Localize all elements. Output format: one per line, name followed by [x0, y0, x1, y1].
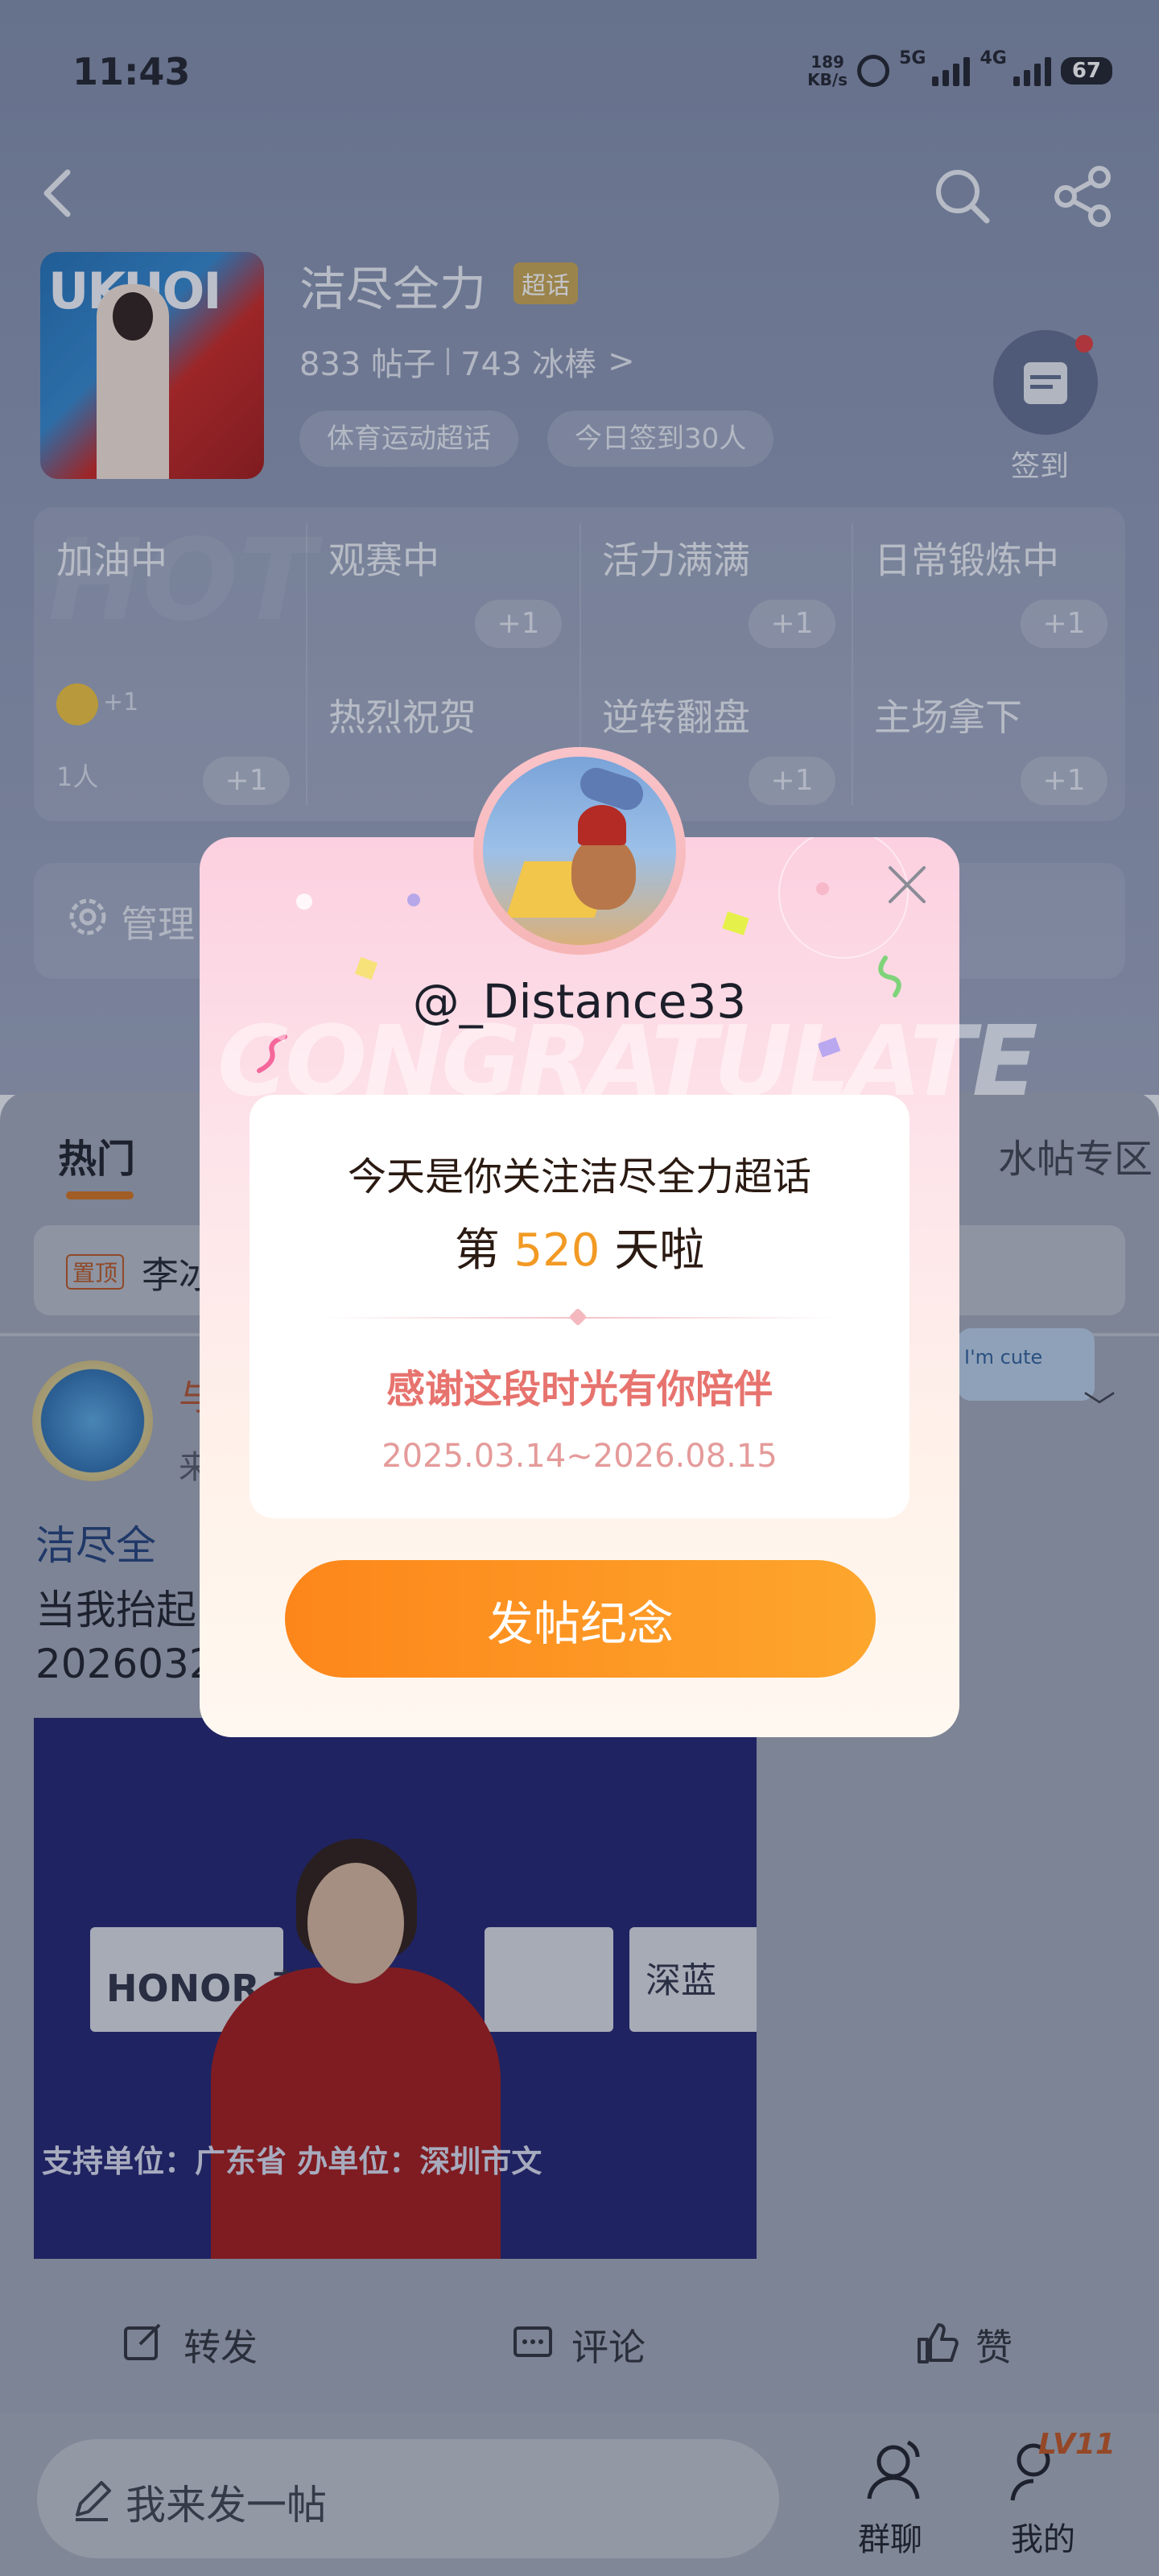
- post-memorial-label[interactable]: 发帖纪念: [285, 1586, 876, 1653]
- username: @_Distance33: [412, 974, 747, 1029]
- follow-message: 今天是你关注洁尽全力超话: [347, 1154, 811, 1199]
- day-count-line: 第 520 天啦: [250, 1214, 909, 1279]
- date-range: 2025.03.14~2026.08.15: [382, 1438, 777, 1475]
- day-count: 520: [514, 1224, 600, 1277]
- day-prefix: 第: [454, 1224, 514, 1277]
- close-icon[interactable]: [885, 863, 929, 906]
- thanks-message: 感谢这段时光有你陪伴: [386, 1367, 773, 1412]
- user-avatar: [483, 757, 676, 945]
- day-suffix: 天啦: [600, 1224, 705, 1277]
